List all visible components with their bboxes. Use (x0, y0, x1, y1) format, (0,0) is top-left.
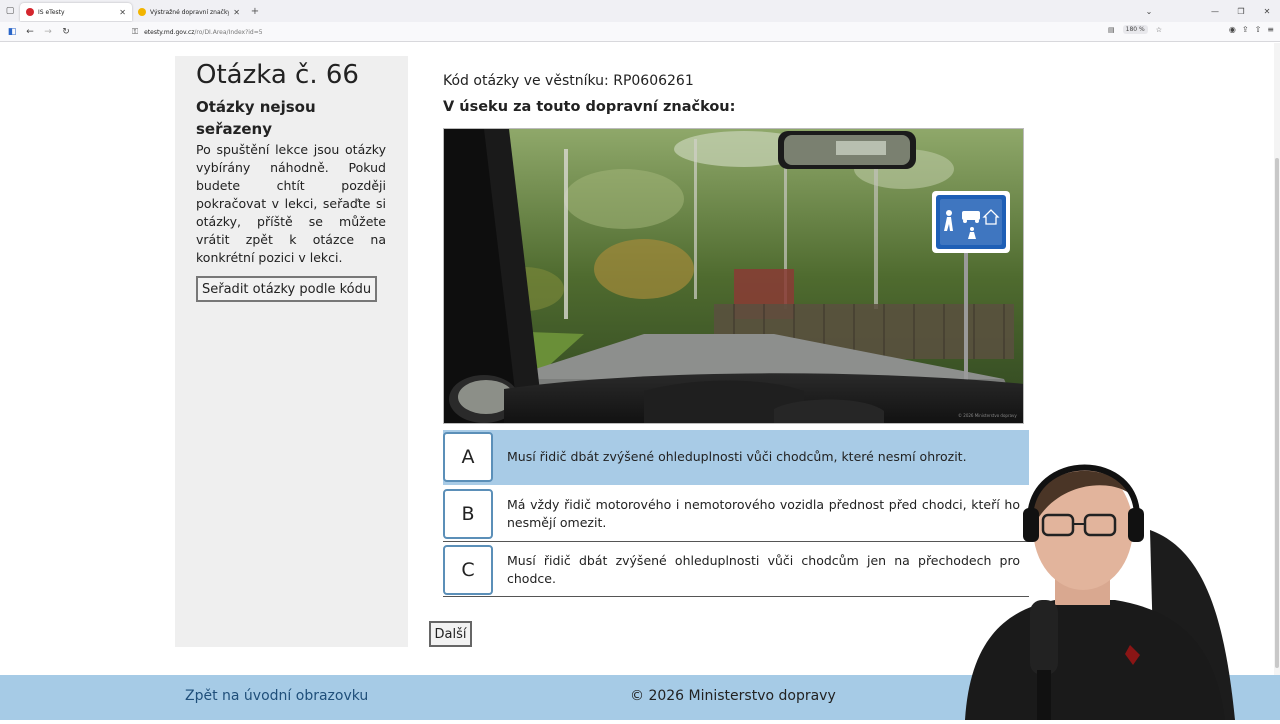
tab-list-chevron-icon[interactable]: ⌄ (1136, 7, 1162, 16)
window-controls: ⌄ — ❐ ✕ (1136, 0, 1280, 22)
close-window-icon[interactable]: ✕ (1254, 7, 1280, 16)
account-icon[interactable]: ◉ (1229, 25, 1236, 34)
tab-title: Výstražné dopravní značky (150, 8, 230, 16)
residential-zone-sign (932, 191, 1010, 253)
address-bar[interactable]: ⚿ etesty.md.gov.cz /ro/DI.Area/Index?id=… (132, 25, 1166, 39)
browser-tab-bar: ▢ IS eTesty ✕ Výstražné dopravní značky … (0, 0, 1280, 22)
question-code: Kód otázky ve věstníku: RP0606261 (443, 73, 694, 89)
back-arrow-icon[interactable]: ← (21, 27, 39, 37)
question-sidebar: Otázka č. 66 Otázky nejsou seřazeny Po s… (175, 56, 408, 647)
tab-title: IS eTesty (38, 8, 65, 16)
road-scene-image: © 2026 Ministerstvo dopravy (444, 129, 1023, 423)
menu-icon[interactable]: ≡ (1267, 25, 1274, 34)
question-photo: © 2026 Ministerstvo dopravy (443, 128, 1024, 424)
answer-text[interactable]: Musí řidič dbát zvýšené ohleduplnosti vů… (507, 448, 967, 466)
toolbar-right: ◉ ⇪ ⇧ ≡ (1229, 25, 1274, 34)
question-number-title: Otázka č. 66 (196, 60, 359, 90)
close-tab-icon[interactable]: ✕ (119, 8, 126, 17)
question-header: Kód otázky ve věstníku: RP0606261 V úsek… (443, 70, 1029, 117)
browser-tab-etesty[interactable]: IS eTesty ✕ (20, 3, 132, 21)
site-info-icon[interactable]: ⚿ (132, 27, 138, 37)
tab-overview-icon[interactable]: ▢ (0, 0, 20, 22)
extensions-icon[interactable]: ⇪ (1242, 25, 1249, 34)
bookmark-star-icon[interactable]: ☆ (1156, 26, 1162, 34)
answer-letter[interactable]: A (443, 432, 493, 482)
copyright-text: © 2026 Ministerstvo dopravy (630, 688, 836, 704)
warning-sign-favicon-icon (138, 8, 146, 16)
photo-watermark: © 2026 Ministerstvo dopravy (958, 413, 1017, 418)
sort-by-code-button[interactable]: Seřadit otázky podle kódu (196, 276, 378, 302)
etesty-favicon-icon (26, 8, 34, 16)
forward-arrow-icon[interactable]: → (39, 27, 57, 37)
url-host: etesty.md.gov.cz (144, 28, 195, 36)
back-to-home-link[interactable]: Zpět na úvodní obrazovku (185, 688, 368, 704)
answer-letter[interactable]: B (443, 489, 493, 539)
restore-icon[interactable]: ❐ (1228, 7, 1254, 16)
zoom-level[interactable]: 180 % (1122, 25, 1148, 34)
new-tab-icon[interactable]: + (246, 6, 264, 17)
reader-view-icon[interactable]: ▤ (1108, 26, 1115, 34)
webcam-overlay (925, 440, 1280, 720)
close-tab-icon[interactable]: ✕ (233, 8, 240, 17)
browser-nav-bar: ◧ ← → ↻ ⚿ etesty.md.gov.cz /ro/DI.Area/I… (0, 22, 1280, 42)
reload-icon[interactable]: ↻ (57, 27, 75, 37)
answer-letter[interactable]: C (443, 544, 493, 595)
url-path: /ro/DI.Area/Index?id=5 (194, 28, 263, 36)
minimize-icon[interactable]: — (1202, 7, 1228, 16)
question-text: V úseku za touto dopravní značkou: (443, 99, 736, 115)
sort-description: Po spuštění lekce jsou otázky vybírány n… (196, 142, 386, 265)
sidebar-toggle-icon[interactable]: ◧ (3, 27, 21, 37)
browser-tab-znacky[interactable]: Výstražné dopravní značky ✕ (132, 3, 246, 21)
share-icon[interactable]: ⇧ (1255, 25, 1262, 34)
sort-status-heading: Otázky nejsou seřazeny (196, 98, 316, 138)
address-bar-actions: ▤ 180 % ☆ (1108, 25, 1162, 34)
next-question-button[interactable]: Další (429, 621, 472, 647)
streamer-webcam-image (965, 464, 1235, 720)
